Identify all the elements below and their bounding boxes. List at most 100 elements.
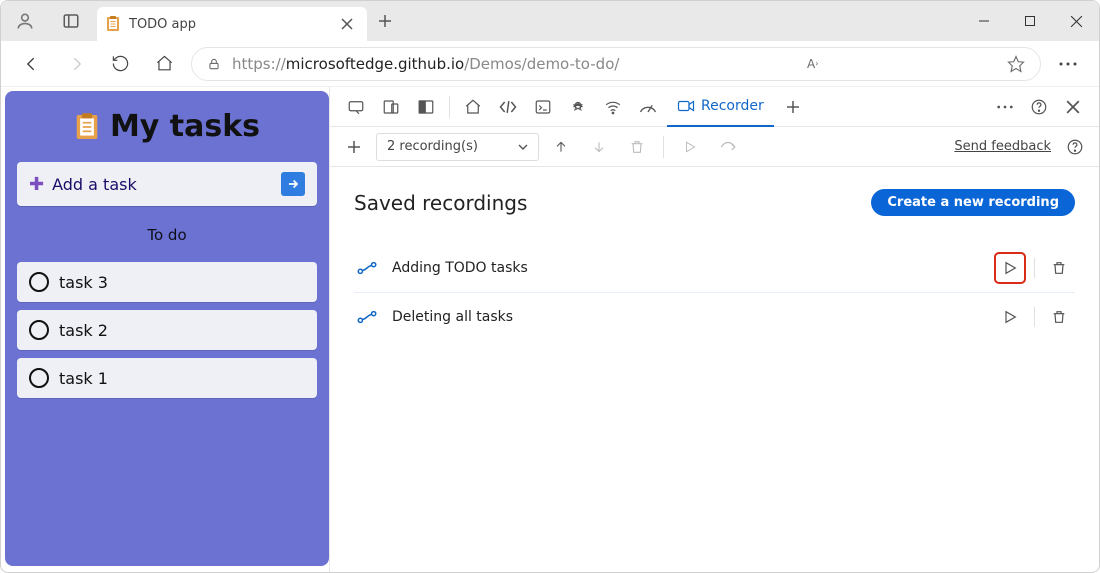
devtools-close-icon[interactable] [1057, 91, 1089, 123]
export-icon[interactable] [545, 131, 577, 163]
devtools-right-controls [989, 91, 1089, 123]
sources-tab-icon[interactable] [562, 91, 594, 123]
back-button[interactable] [15, 47, 49, 81]
recording-select[interactable]: 2 recording(s) [376, 133, 539, 161]
add-task-input[interactable]: ✚ Add a task [17, 162, 317, 206]
network-tab-icon[interactable] [597, 91, 629, 123]
replay-icon[interactable] [674, 131, 706, 163]
more-tabs-button[interactable] [777, 91, 809, 123]
clipboard-icon [74, 111, 100, 143]
divider [449, 96, 450, 118]
devtools-settings-icon[interactable] [989, 91, 1021, 123]
divider [1034, 258, 1035, 278]
recorder-header: Saved recordings Create a new recording [354, 189, 1075, 216]
recorder-help-icon[interactable] [1059, 131, 1091, 163]
page-title: My tasks [74, 109, 260, 144]
tab-recorder-label: Recorder [701, 98, 764, 114]
new-recording-icon[interactable] [338, 131, 370, 163]
content-area: My tasks ✚ Add a task To do task 3 task … [1, 87, 1099, 572]
task-checkbox[interactable] [29, 320, 49, 340]
favorite-icon[interactable] [1006, 55, 1026, 73]
elements-tab-icon[interactable] [492, 91, 524, 123]
recorder-body: Saved recordings Create a new recording … [330, 167, 1099, 572]
url-host: microsoftedge.github.io [286, 55, 464, 73]
flow-icon [356, 261, 378, 275]
task-row[interactable]: task 3 [17, 262, 317, 302]
url-scheme: https:// [232, 55, 286, 73]
browser-window: TODO app https://microsoftedge.github.io… [0, 0, 1100, 573]
devtools-help-icon[interactable] [1023, 91, 1055, 123]
delete-recording-button[interactable] [1045, 254, 1073, 282]
inspect-icon[interactable] [340, 91, 372, 123]
create-recording-button[interactable]: Create a new recording [871, 189, 1075, 216]
recording-row[interactable]: Deleting all tasks [354, 293, 1075, 341]
maximize-button[interactable] [1007, 1, 1053, 41]
url-path: /Demos/demo-to-do/ [464, 55, 619, 73]
recorder-heading: Saved recordings [354, 191, 527, 215]
lock-icon [206, 57, 222, 71]
forward-button[interactable] [59, 47, 93, 81]
console-tab-icon[interactable] [527, 91, 559, 123]
tab-title: TODO app [129, 17, 327, 32]
minimize-button[interactable] [961, 1, 1007, 41]
welcome-tab-icon[interactable] [457, 91, 489, 123]
titlebar-left [1, 1, 91, 41]
delete-recording-button[interactable] [1045, 303, 1073, 331]
devtools-pane: Recorder 2 recording(s) [329, 87, 1099, 572]
flow-icon [356, 310, 378, 324]
recording-name: Adding TODO tasks [392, 260, 528, 276]
task-checkbox[interactable] [29, 368, 49, 388]
chevron-down-icon [518, 144, 528, 150]
recorder-icon [677, 99, 695, 113]
performance-tab-icon[interactable] [632, 91, 664, 123]
divider [1034, 307, 1035, 327]
clipboard-icon [105, 15, 121, 33]
step-icon[interactable] [712, 131, 744, 163]
recording-row[interactable]: Adding TODO tasks [354, 244, 1075, 293]
close-window-button[interactable] [1053, 1, 1099, 41]
task-row[interactable]: task 2 [17, 310, 317, 350]
delete-icon[interactable] [621, 131, 653, 163]
todo-app: My tasks ✚ Add a task To do task 3 task … [5, 91, 329, 566]
add-task-submit-button[interactable] [281, 172, 305, 196]
window-controls [961, 1, 1099, 41]
url-text: https://microsoftedge.github.io/Demos/de… [232, 55, 619, 73]
task-checkbox[interactable] [29, 272, 49, 292]
home-button[interactable] [147, 47, 181, 81]
play-recording-button[interactable] [996, 303, 1024, 331]
send-feedback-link[interactable]: Send feedback [954, 139, 1051, 154]
titlebar: TODO app [1, 1, 1099, 41]
section-label: To do [147, 226, 186, 244]
recording-actions [996, 254, 1073, 282]
dock-icon[interactable] [410, 91, 442, 123]
recorder-toolbar-right: Send feedback [954, 131, 1091, 163]
recorder-toolbar: 2 recording(s) Send feedback [330, 127, 1099, 167]
plus-icon: ✚ [29, 174, 44, 195]
devtools-tabstrip: Recorder [330, 87, 1099, 127]
play-recording-button[interactable] [996, 254, 1024, 282]
task-label: task 2 [59, 321, 108, 340]
refresh-button[interactable] [103, 47, 137, 81]
new-tab-button[interactable] [367, 1, 403, 41]
tab-recorder[interactable]: Recorder [667, 87, 774, 127]
task-label: task 3 [59, 273, 108, 292]
workspaces-icon[interactable] [51, 1, 91, 41]
page-title-text: My tasks [110, 109, 260, 144]
recording-select-label: 2 recording(s) [387, 139, 478, 154]
divider [663, 136, 664, 158]
browser-tab[interactable]: TODO app [97, 7, 367, 41]
url-toolbar: https://microsoftedge.github.io/Demos/de… [1, 41, 1099, 87]
import-icon[interactable] [583, 131, 615, 163]
read-aloud-icon[interactable]: A› [803, 57, 823, 71]
address-bar[interactable]: https://microsoftedge.github.io/Demos/de… [191, 47, 1041, 81]
task-list: task 3 task 2 task 1 [17, 262, 317, 398]
add-task-placeholder: Add a task [52, 175, 137, 194]
task-label: task 1 [59, 369, 108, 388]
recording-actions [996, 303, 1073, 331]
task-row[interactable]: task 1 [17, 358, 317, 398]
browser-menu-button[interactable] [1051, 47, 1085, 81]
profile-icon[interactable] [5, 1, 45, 41]
tab-close-button[interactable] [335, 12, 359, 36]
recording-name: Deleting all tasks [392, 309, 513, 325]
device-toggle-icon[interactable] [375, 91, 407, 123]
